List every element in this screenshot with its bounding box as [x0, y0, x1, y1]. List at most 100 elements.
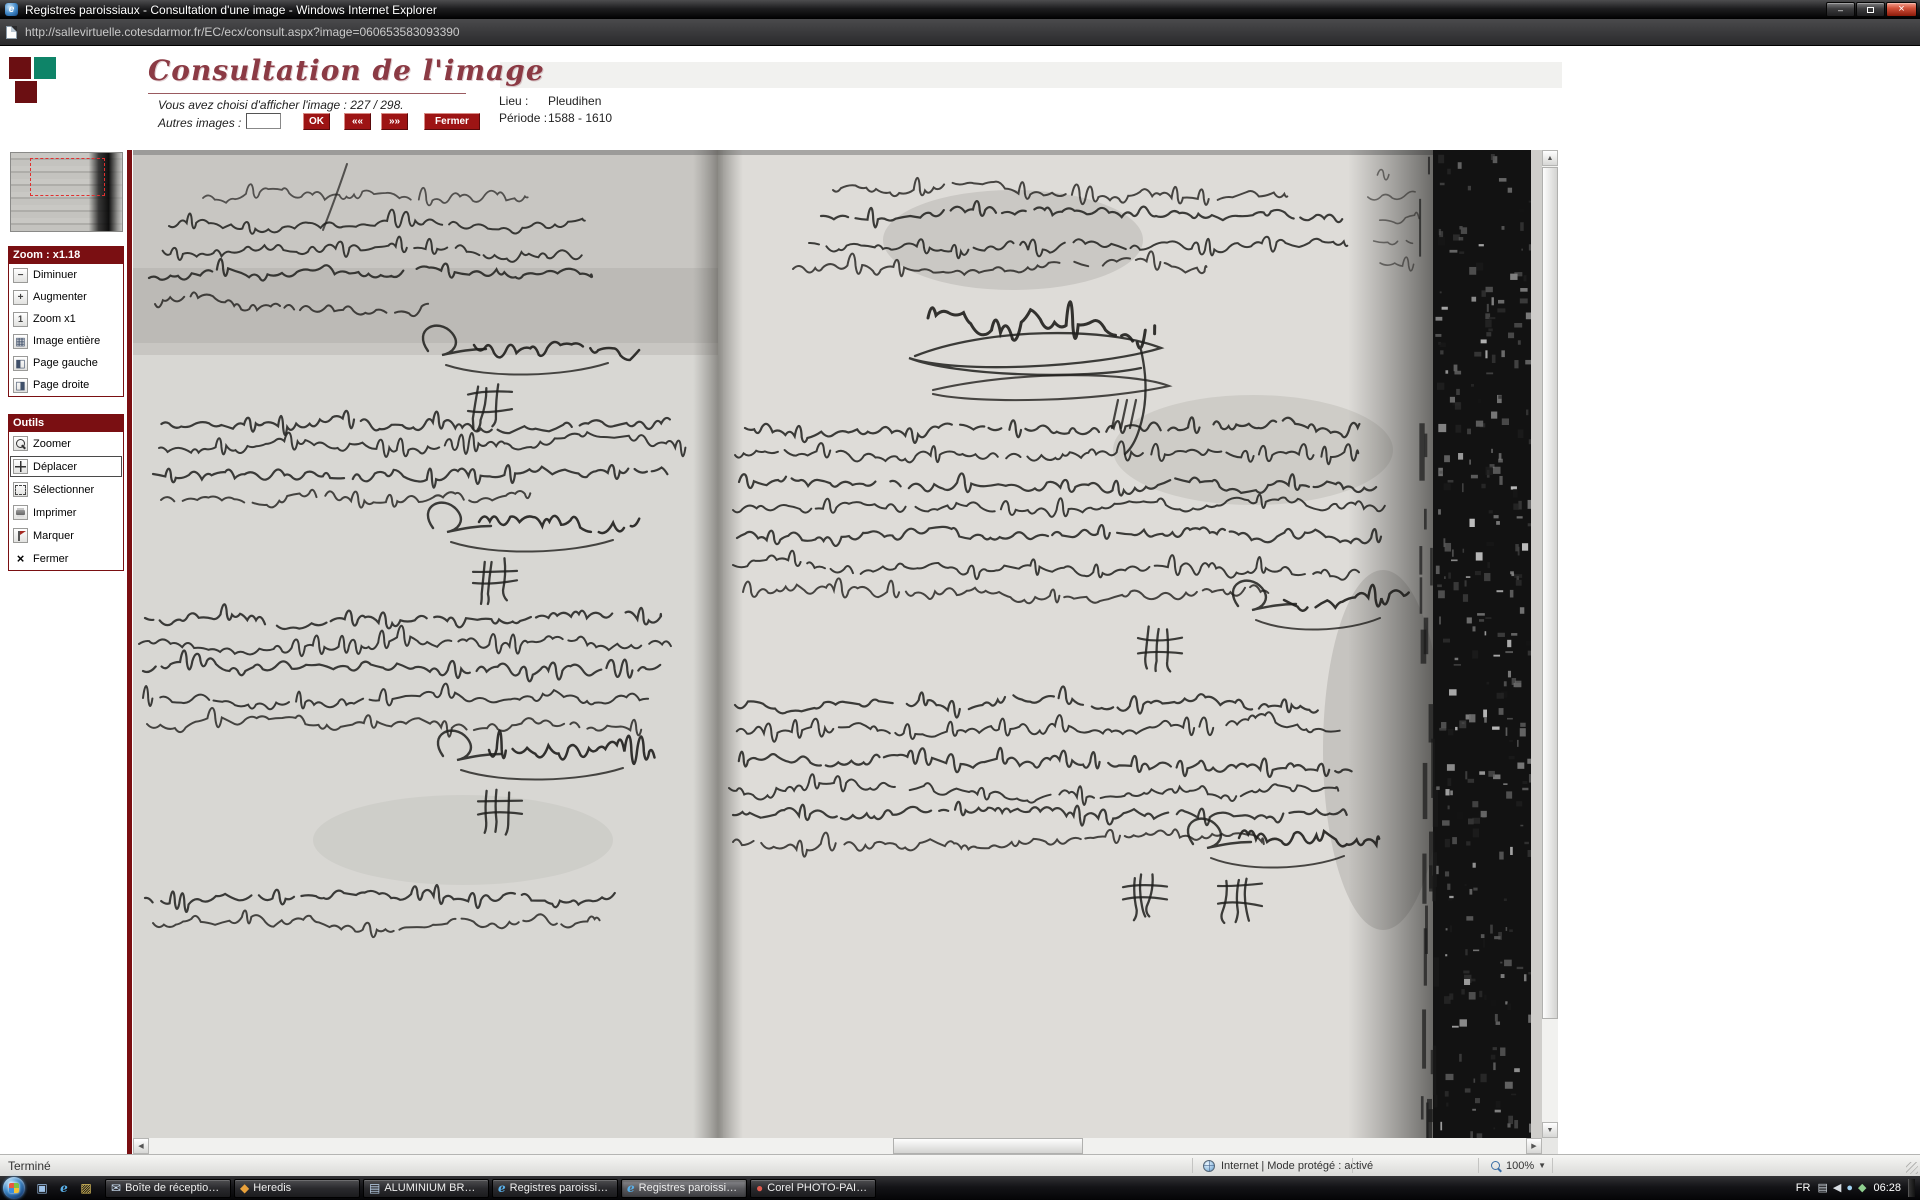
taskbar-button-corel-photo-pain[interactable]: ●Corel PHOTO-PAIN... [750, 1179, 876, 1198]
sidebar-item-label: Imprimer [33, 507, 76, 519]
title-underline [148, 93, 466, 94]
maximize-button[interactable] [1856, 2, 1885, 17]
taskbar-button-label: Registres paroissiau... [639, 1182, 741, 1194]
manuscript-scan[interactable] [133, 150, 1542, 1138]
sidebar-item-selectionner[interactable]: Sélectionner [9, 478, 123, 501]
quick-launch-window-icon[interactable]: ▣ [33, 1179, 51, 1197]
minimize-button[interactable]: – [1826, 2, 1855, 17]
sidebar-item-page-gauche[interactable]: Page gauche [9, 352, 123, 374]
vertical-scrollbar[interactable]: ▲ ▼ [1542, 150, 1558, 1138]
sidebar-item-page-droite[interactable]: Page droite [9, 374, 123, 396]
title-bar: e Registres paroissiaux - Consultation d… [0, 0, 1920, 19]
network-icon[interactable]: ● [1846, 1183, 1853, 1194]
zoom-out-icon [13, 268, 28, 283]
quick-launch-area: ▣ e ▨ [33, 1179, 95, 1197]
zoom-panel: Zoom : x1.18 Diminuer Augmenter Zoom x1 Ima… [8, 246, 124, 397]
sidebar-item-diminuer[interactable]: Diminuer [9, 264, 123, 286]
ok-button[interactable]: OK [303, 113, 330, 130]
sidebar-item-label: Augmenter [33, 291, 87, 303]
taskbar-button-boite-de-reception[interactable]: ✉ Boîte de réception - ... [105, 1179, 231, 1198]
fermer-button[interactable]: Fermer [424, 113, 480, 130]
taskbar-button-registres-paroissiau[interactable]: eRegistres paroissiau... [492, 1179, 618, 1198]
horizontal-scroll-thumb[interactable] [893, 1138, 1083, 1154]
ie-favicon: e [5, 3, 18, 16]
chosen-image-text: Vous avez choisi d'afficher l'image : 22… [158, 98, 404, 112]
page-icon [6, 26, 17, 39]
move-icon [13, 459, 28, 474]
status-divider [1552, 1158, 1553, 1173]
taskbar-button-label: Corel PHOTO-PAIN... [767, 1182, 870, 1194]
ie-icon: e [60, 1181, 68, 1195]
magnifier-icon [1490, 1160, 1502, 1172]
quick-launch-ie-icon[interactable]: e [55, 1179, 73, 1197]
taskbar-button-label: Heredis [253, 1182, 291, 1194]
sidebar-item-label: Sélectionner [33, 484, 94, 496]
zoom-control[interactable]: 100% ▼ [1490, 1155, 1546, 1176]
navigation-thumbnail[interactable] [10, 152, 123, 232]
sidebar-item-zoomer[interactable]: Zoomer [9, 432, 123, 455]
next-image-button[interactable]: »» [381, 113, 408, 130]
close-button[interactable]: × [1886, 2, 1917, 17]
viewer-accent-strip [127, 150, 132, 1154]
browser-window: e Registres paroissiaux - Consultation d… [0, 0, 1920, 1200]
start-button[interactable] [3, 1177, 25, 1199]
sidebar-item-augmenter[interactable]: Augmenter [9, 286, 123, 308]
security-zone-segment: Internet | Mode protégé : activé [1203, 1155, 1373, 1176]
zoom-reset-icon [13, 312, 28, 327]
page-left-icon [13, 356, 28, 371]
sidebar-item-image-entiere[interactable]: Image entière [9, 330, 123, 352]
page-right-icon [13, 378, 28, 393]
status-divider [1352, 1158, 1353, 1173]
scroll-up-arrow-icon[interactable]: ▲ [1542, 150, 1558, 166]
heredis-icon: ◆ [240, 1182, 249, 1194]
url-text[interactable]: http://sallevirtuelle.cotesdarmor.fr/EC/… [25, 25, 460, 39]
image-number-input[interactable] [246, 113, 281, 129]
scroll-left-arrow-icon[interactable]: ◀ [133, 1138, 149, 1154]
language-indicator[interactable]: FR [1796, 1182, 1811, 1194]
clock[interactable]: 06:28 [1873, 1182, 1901, 1194]
scroll-down-arrow-icon[interactable]: ▼ [1542, 1122, 1558, 1138]
image-viewer: ▲ ▼ ◀ ▶ [133, 150, 1558, 1154]
quick-launch-folder-icon[interactable]: ▨ [77, 1179, 95, 1197]
flag-icon [13, 528, 28, 543]
status-divider [1478, 1158, 1479, 1173]
sidebar-item-fermer[interactable]: Fermer [9, 547, 123, 570]
sidebar-item-zoom-x1[interactable]: Zoom x1 [9, 308, 123, 330]
previous-image-button[interactable]: «« [344, 113, 371, 130]
site-logo-square [15, 81, 37, 103]
volume-icon[interactable]: ◀ [1833, 1183, 1841, 1194]
status-divider [1192, 1158, 1193, 1173]
horizontal-scrollbar[interactable]: ◀ ▶ [133, 1138, 1542, 1154]
thumbnail-selection-rect[interactable] [30, 158, 105, 196]
scroll-right-arrow-icon[interactable]: ▶ [1526, 1138, 1542, 1154]
periode-label: Période : [499, 111, 547, 125]
sidebar-item-marquer[interactable]: Marquer [9, 524, 123, 547]
taskbar-button-label: Boîte de réception - ... [125, 1182, 225, 1194]
shield-icon[interactable]: ◆ [1858, 1183, 1866, 1194]
show-desktop-sliver[interactable] [1908, 1179, 1915, 1197]
taskbar-button-aluminium-brut[interactable]: ▤ALUMINIUM BRUT ... [363, 1179, 489, 1198]
zoom-in-icon [13, 290, 28, 305]
ie-icon: e [627, 1182, 635, 1194]
periode-value: 1588 - 1610 [548, 111, 612, 125]
sidebar-item-label: Image entière [33, 335, 100, 347]
mail-icon: ✉ [111, 1182, 121, 1194]
sidebar-item-label: Diminuer [33, 269, 77, 281]
window-icon: ▣ [36, 1181, 47, 1195]
sidebar-item-deplacer[interactable]: Déplacer [9, 455, 123, 478]
folder-icon: ▨ [80, 1181, 91, 1195]
display-icon[interactable]: ▤ [1817, 1183, 1827, 1194]
sidebar-item-imprimer[interactable]: Imprimer [9, 501, 123, 524]
header-band [500, 62, 1562, 88]
windows-flag-icon [9, 1183, 19, 1193]
taskbar-button-label: Registres paroissiau... [510, 1182, 612, 1194]
taskbar-button-heredis[interactable]: ◆ Heredis [234, 1179, 360, 1198]
taskbar-button-registres-paroissiau[interactable]: e Registres paroissiau... [621, 1179, 747, 1198]
status-bar: Terminé Internet | Mode protégé : activé… [0, 1154, 1920, 1176]
book-binding-edge [1419, 150, 1536, 1138]
zoom-panel-header: Zoom : x1.18 [9, 247, 123, 264]
page-title: Consultation de l'image [148, 54, 545, 87]
full-image-icon [13, 334, 28, 349]
window-controls: – × [1826, 2, 1917, 17]
vertical-scroll-thumb[interactable] [1542, 167, 1558, 1019]
